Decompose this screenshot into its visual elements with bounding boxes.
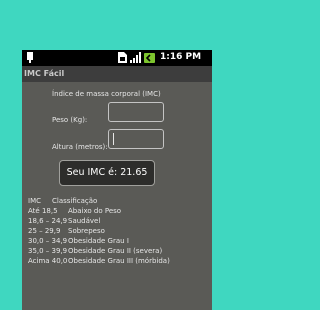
table-row: Até 18,5 Abaixo do Peso: [28, 207, 212, 217]
usb-debug-icon: [26, 52, 34, 63]
status-time: 1:16 PM: [160, 52, 202, 62]
imc-range: Até 18,5: [28, 207, 58, 215]
classification: Obesidade Grau II (severa): [68, 247, 163, 255]
text-cursor: [113, 133, 114, 145]
result-toast: Seu IMC é: 21.65: [59, 160, 155, 186]
table-row: 25 – 29,9 Sobrepeso: [28, 227, 212, 237]
classification: Obesidade Grau I: [68, 237, 129, 245]
classification: Saudável: [68, 217, 101, 225]
imc-range: 18,6 – 24,9: [28, 217, 68, 225]
altura-label: Altura (metros):: [52, 143, 108, 151]
classification: Obesidade Grau III (mórbida): [68, 257, 170, 265]
classification-table: IMC Classificação Até 18,5 Abaixo do Pes…: [28, 197, 212, 267]
table-row: 30,0 – 34,9 Obesidade Grau I: [28, 237, 212, 247]
app-title: IMC Fácil: [24, 69, 65, 78]
classification: Sobrepeso: [68, 227, 105, 235]
peso-label: Peso (Kg):: [52, 116, 88, 124]
sim-card-icon: [116, 52, 128, 63]
signal-icon: [130, 52, 142, 63]
battery-icon: [144, 53, 156, 63]
form-heading: Índice de massa corporal (IMC): [52, 90, 161, 98]
header-imc: IMC: [28, 197, 41, 205]
imc-range: 35,0 – 39,9: [28, 247, 68, 255]
table-row: 35,0 – 39,9 Obesidade Grau II (severa): [28, 247, 212, 257]
altura-input[interactable]: [108, 129, 164, 149]
table-header: IMC Classificação: [28, 197, 212, 207]
table-row: 18,6 – 24,9 Saudável: [28, 217, 212, 227]
classification: Abaixo do Peso: [68, 207, 122, 215]
status-bar: 1:16 PM: [22, 50, 212, 66]
header-classificacao: Classificação: [52, 197, 98, 205]
imc-range: 30,0 – 34,9: [28, 237, 68, 245]
peso-input[interactable]: [108, 102, 164, 122]
title-bar: IMC Fácil: [22, 66, 212, 82]
imc-range: 25 – 29,9: [28, 227, 61, 235]
phone-screen: 1:16 PM IMC Fácil Índice de massa corpor…: [22, 50, 212, 310]
table-row: Acima 40,0 Obesidade Grau III (mórbida): [28, 257, 212, 267]
imc-range: Acima 40,0: [28, 257, 68, 265]
